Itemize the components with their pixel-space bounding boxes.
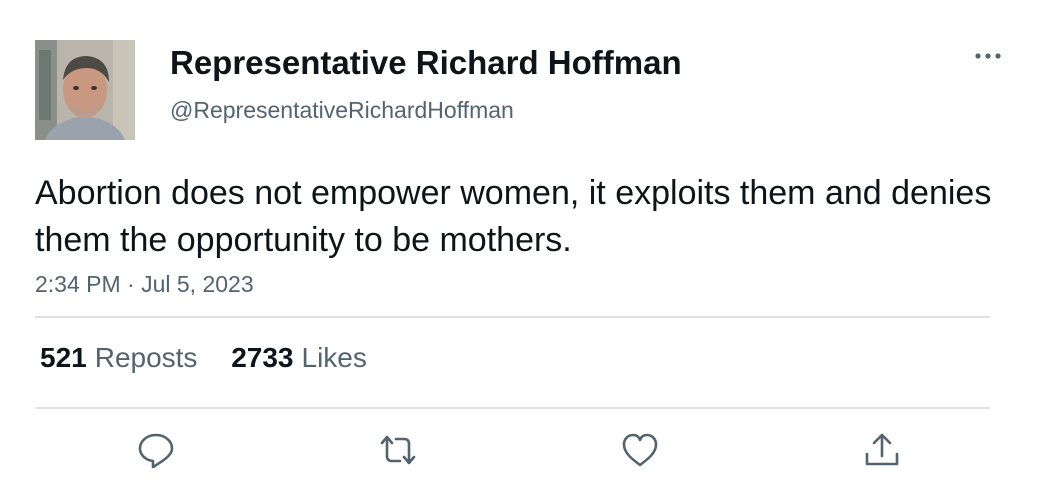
repost-button[interactable] (378, 430, 418, 470)
tweet-timestamp[interactable]: 2:34 PM · Jul 5, 2023 (35, 271, 254, 298)
likes-label: Likes (301, 342, 367, 373)
profile-photo-icon (35, 40, 135, 140)
tweet-card: Representative Richard Hoffman @Represen… (0, 0, 1050, 480)
more-options-icon[interactable] (972, 44, 1004, 68)
likes-stat[interactable]: 2733 Likes (231, 342, 367, 374)
repost-icon (380, 435, 416, 465)
reply-button[interactable] (136, 430, 176, 470)
tweet-text: Abortion does not empower women, it expl… (35, 174, 992, 259)
reposts-count: 521 (40, 342, 87, 373)
share-button[interactable] (862, 430, 902, 470)
author-display-name[interactable]: Representative Richard Hoffman (170, 44, 682, 82)
reposts-label: Reposts (94, 342, 198, 373)
author-handle[interactable]: @RepresentativeRichardHoffman (170, 97, 514, 124)
engagement-stats: 521 Reposts 2733 Likes (40, 342, 393, 374)
share-icon (865, 433, 899, 466)
divider (35, 316, 990, 318)
heart-icon (622, 433, 658, 467)
reposts-stat[interactable]: 521 Reposts (40, 342, 197, 374)
like-button[interactable] (620, 430, 660, 470)
likes-count: 2733 (231, 342, 294, 373)
reply-icon (138, 433, 174, 469)
divider (35, 407, 990, 409)
avatar[interactable] (35, 40, 135, 140)
